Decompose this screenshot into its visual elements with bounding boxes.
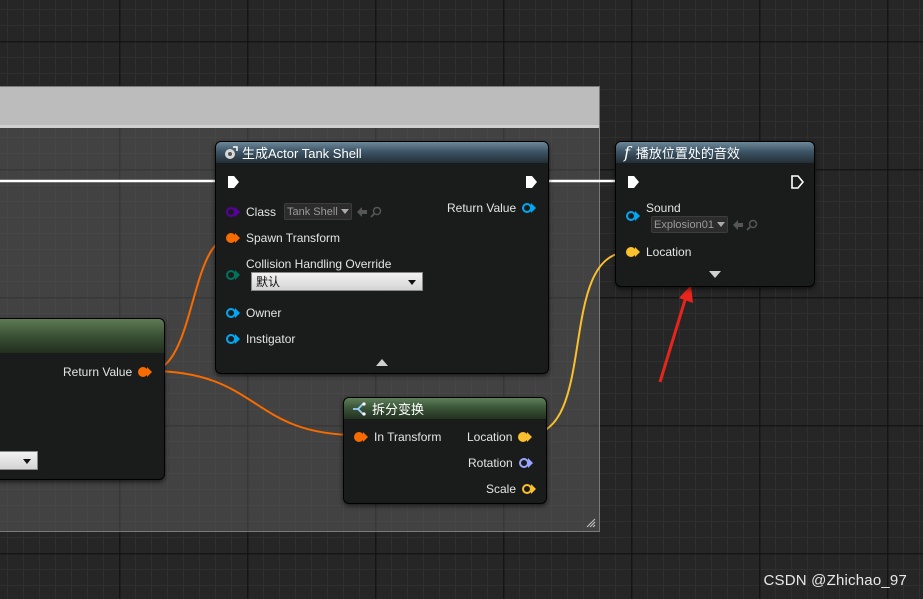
left-node-header[interactable]: [0, 319, 164, 353]
break-transform-header[interactable]: 拆分变换: [344, 398, 546, 419]
pin-arrow-icon: [527, 432, 533, 442]
wire-return-to-in-transform: [149, 370, 358, 436]
pin-arrow-icon: [635, 247, 640, 257]
break-transform-node[interactable]: 拆分变换 In Transform Location Rotation Scal…: [343, 397, 547, 504]
spawn-actor-title: 生成Actor Tank Shell: [242, 146, 362, 161]
break-rotation-label: Rotation: [468, 456, 513, 470]
exec-in-pin[interactable]: [226, 175, 240, 189]
class-combo[interactable]: Tank Shell: [284, 203, 352, 220]
in-transform-label: In Transform: [374, 430, 442, 444]
sound-location-row: Location: [626, 245, 691, 259]
expand-arrow-icon[interactable]: [709, 271, 721, 278]
pin-arrow-icon: [235, 206, 240, 217]
pin-arrow-icon: [235, 334, 240, 344]
instigator-row: Instigator: [226, 332, 295, 346]
spawn-transform-label: Spawn Transform: [246, 231, 341, 245]
spawn-return-row: Return Value: [447, 201, 537, 215]
pin-arrow-icon: [235, 308, 240, 318]
break-scale-row: Scale: [486, 482, 537, 496]
left-dropdown[interactable]: [0, 451, 38, 470]
left-return-label: Return Value: [63, 365, 133, 379]
chevron-down-icon: [340, 209, 349, 214]
play-sound-header[interactable]: f 播放位置处的音效: [616, 142, 814, 163]
play-sound-title: 播放位置处的音效: [635, 146, 740, 161]
annotation-arrow: [658, 299, 687, 383]
pin-arrow-icon: [531, 203, 537, 213]
break-location-row: Location: [467, 430, 533, 444]
break-rotation-row: Rotation: [468, 456, 533, 470]
owner-label: Owner: [246, 306, 282, 320]
collision-dropdown[interactable]: 默认: [251, 272, 423, 291]
collision-value: 默认: [256, 275, 281, 289]
pin-arrow-icon: [635, 211, 640, 221]
exec-out-pin[interactable]: [524, 175, 538, 189]
sound-combo[interactable]: Explosion01: [651, 216, 728, 233]
sound-pin-row: [626, 211, 640, 221]
chevron-down-icon: [716, 222, 725, 227]
collision-label: Collision Handling Override: [246, 257, 392, 271]
spawn-return-label: Return Value: [447, 201, 517, 215]
use-selected-arrow-icon[interactable]: [356, 206, 368, 218]
sound-combo-row: Explosion01: [651, 216, 758, 233]
in-transform-row: In Transform: [354, 430, 441, 444]
class-value: Tank Shell: [287, 205, 338, 218]
pin-arrow-icon: [235, 270, 240, 280]
sound-exec-in-pin[interactable]: [626, 175, 640, 189]
watermark: CSDN @Zhichao_97: [763, 572, 907, 589]
sound-value: Explosion01: [654, 218, 714, 231]
use-selected-arrow-icon[interactable]: [732, 219, 744, 231]
break-transform-title: 拆分变换: [372, 402, 425, 417]
collapse-arrow-icon[interactable]: [376, 359, 388, 366]
break-location-label: Location: [467, 430, 513, 444]
function-icon: f: [624, 143, 630, 162]
pin-arrow-icon: [147, 367, 153, 377]
sound-exec-out-pin[interactable]: [790, 175, 804, 189]
break-struct-icon: [352, 401, 368, 416]
pin-arrow-icon: [527, 458, 533, 468]
play-sound-node[interactable]: f 播放位置处的音效 Sound Explosion01 Location: [615, 141, 815, 287]
pin-arrow-icon: [235, 233, 240, 243]
pin-arrow-icon: [363, 432, 368, 442]
pin-arrow-icon: [531, 484, 537, 494]
spawn-actor-icon: [224, 145, 238, 160]
sound-label-row: Sound: [646, 201, 681, 215]
owner-row: Owner: [226, 306, 281, 320]
chevron-down-icon: [408, 280, 416, 285]
left-return-row: Return Value: [63, 365, 153, 379]
browse-search-icon[interactable]: [746, 219, 758, 231]
browse-search-icon[interactable]: [370, 206, 382, 218]
class-label: Class: [246, 204, 277, 219]
sound-label: Sound: [646, 201, 681, 215]
collision-pin-row: [226, 270, 240, 280]
collision-label-row: Collision Handling Override: [246, 257, 391, 271]
instigator-label: Instigator: [246, 332, 296, 346]
break-scale-label: Scale: [486, 482, 517, 496]
spawn-actor-header[interactable]: 生成Actor Tank Shell: [216, 142, 548, 163]
chevron-down-icon: [23, 459, 31, 464]
spawn-actor-node[interactable]: 生成Actor Tank Shell Class Tank Shell Retu…: [215, 141, 549, 374]
left-node[interactable]: Return Value: [0, 318, 165, 480]
class-row: Class Tank Shell: [226, 203, 382, 220]
sound-location-label: Location: [646, 245, 692, 259]
spawn-transform-row: Spawn Transform: [226, 231, 340, 245]
